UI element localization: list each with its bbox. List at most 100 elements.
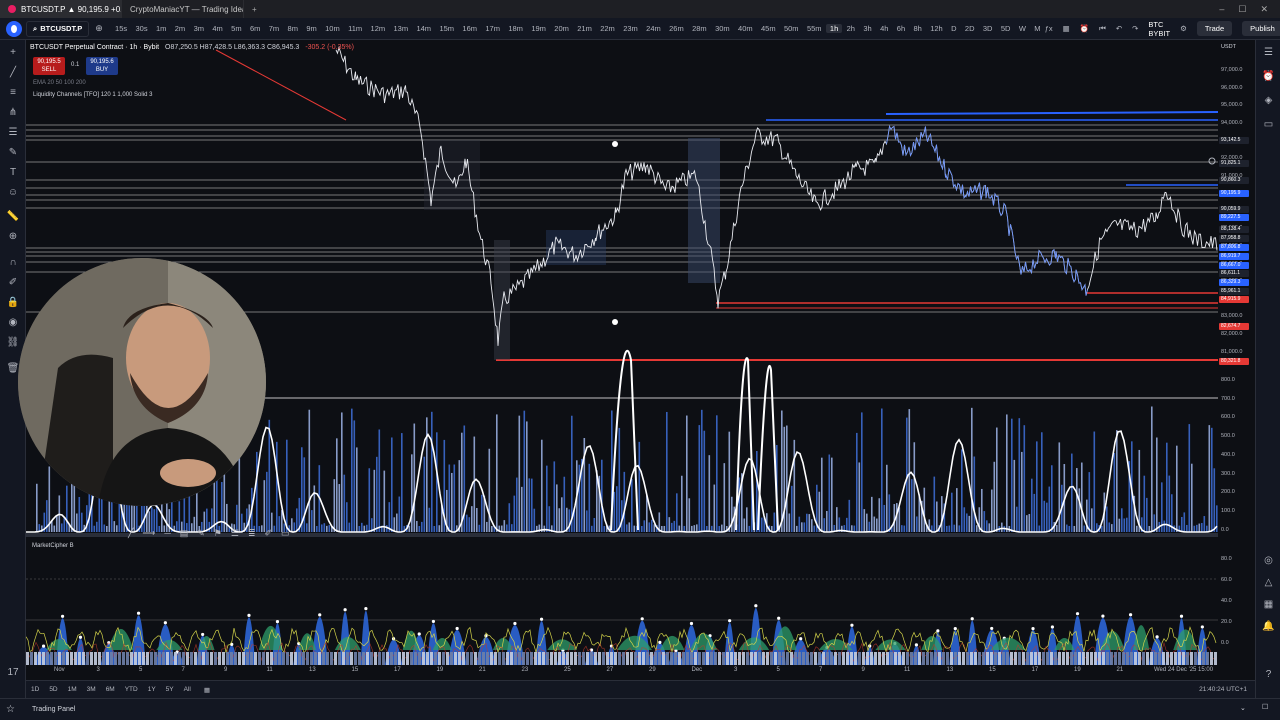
close-window-icon[interactable]: ✕ (1260, 4, 1268, 15)
timeframe-2D[interactable]: 2D (961, 24, 979, 33)
timeframe-1m[interactable]: 1m (152, 24, 171, 33)
timeframe-45m[interactable]: 45m (757, 24, 780, 33)
replay-icon[interactable]: ⏮ (1099, 24, 1106, 34)
broker-label[interactable]: BTC BYBIT (1148, 20, 1170, 38)
horizontal-lines-icon[interactable]: ≡ (6, 86, 20, 100)
timeframe-5D[interactable]: 5D (997, 24, 1015, 33)
rectangle-icon[interactable]: ▭ (281, 528, 290, 542)
sell-button[interactable]: 90,195.5 SELL (33, 57, 65, 75)
ruler-icon[interactable]: 📏 (6, 210, 20, 224)
timeframe-7m[interactable]: 7m (265, 24, 284, 33)
range-5y[interactable]: 5Y (161, 686, 179, 693)
timeframe-2m[interactable]: 2m (171, 24, 190, 33)
clock[interactable]: 21:40:24 UTC+1 (1199, 686, 1255, 693)
layers-icon[interactable]: ◈ (1262, 94, 1275, 107)
timeframe-55m[interactable]: 55m (803, 24, 826, 33)
timeframe-4m[interactable]: 4m (208, 24, 227, 33)
range-3m[interactable]: 3M (82, 686, 101, 693)
timeframe-15m[interactable]: 15m (435, 24, 458, 33)
star-icon[interactable]: ☆ (6, 704, 15, 715)
timeframe-40m[interactable]: 40m (734, 24, 757, 33)
timeframe-12h[interactable]: 12h (926, 24, 947, 33)
brush-icon[interactable]: ✎ (197, 528, 205, 542)
add-symbol-icon[interactable]: ⊕ (95, 23, 103, 34)
timeframe-26m[interactable]: 26m (665, 24, 688, 33)
timeframe-18m[interactable]: 18m (504, 24, 527, 33)
emoji-icon[interactable]: ☺ (6, 186, 20, 200)
indicators-icon[interactable]: ƒx (1045, 24, 1053, 33)
calendar-icon[interactable]: ▦ (1262, 598, 1275, 611)
maximize-icon[interactable]: ☐ (1238, 4, 1246, 15)
collapse-icon[interactable]: ⌄ (1240, 704, 1246, 712)
stay-in-drawing-icon[interactable]: ✐ (6, 276, 20, 290)
timeframe-50m[interactable]: 50m (780, 24, 803, 33)
browser-tab-chart[interactable]: BTCUSDT.P ▲ 90,195.9 +0.27% ✕ (0, 0, 122, 18)
magnet-icon[interactable]: ∩ (6, 256, 20, 270)
new-tab-icon[interactable]: + (244, 5, 265, 14)
lines-icon[interactable]: ≣ (248, 528, 256, 542)
brush-icon[interactable]: ✎ (6, 146, 20, 160)
pitchfork-icon[interactable]: ⋔ (6, 106, 20, 120)
publish-button[interactable]: Publish (1242, 21, 1280, 36)
range-1y[interactable]: 1Y (143, 686, 161, 693)
watchlist-icon[interactable]: ☰ (1262, 46, 1275, 59)
fib-icon[interactable]: ☰ (6, 126, 20, 140)
timeframe-23m[interactable]: 23m (619, 24, 642, 33)
layout-icon[interactable]: ▦ (1063, 24, 1070, 33)
symbol-search-button[interactable]: ⌕ BTCUSDT.P (26, 20, 90, 37)
timeframe-8m[interactable]: 8m (283, 24, 302, 33)
range-6m[interactable]: 6M (101, 686, 120, 693)
fib-icon[interactable]: ☰ (231, 528, 239, 542)
trendline-icon[interactable]: ╱ (128, 528, 133, 542)
timeframe-9m[interactable]: 9m (302, 24, 321, 33)
redo-icon[interactable]: ↷ (1132, 24, 1138, 33)
eye-icon[interactable]: ◉ (6, 316, 20, 330)
trading-panel-label[interactable]: Trading Panel (32, 706, 75, 713)
timeframe-3D[interactable]: 3D (979, 24, 997, 33)
timeframe-5m[interactable]: 5m (227, 24, 246, 33)
timeframe-W[interactable]: W (1015, 24, 1030, 33)
horizontal-line-icon[interactable]: ─ (164, 528, 170, 542)
range-5d[interactable]: 5D (44, 686, 62, 693)
chat-icon[interactable]: ▭ (1262, 118, 1275, 131)
timeframe-22m[interactable]: 22m (596, 24, 619, 33)
browser-tab-ideas[interactable]: CryptoManiacYT — Trading Ideas a ✕ (122, 0, 244, 18)
timeframe-D[interactable]: D (947, 24, 961, 33)
timeframe-3m[interactable]: 3m (189, 24, 208, 33)
timeframe-16m[interactable]: 16m (458, 24, 481, 33)
buy-button[interactable]: 90,195.6 BUY (86, 57, 118, 75)
timeframe-17m[interactable]: 17m (481, 24, 504, 33)
indicator-ema-label[interactable]: EMA 20 50 100 200 (33, 80, 86, 86)
timeframe-12m[interactable]: 12m (366, 24, 389, 33)
crosshair-icon[interactable]: + (6, 46, 20, 60)
timeframe-19m[interactable]: 19m (527, 24, 550, 33)
timeframe-8h[interactable]: 8h (909, 24, 926, 33)
user-avatar-icon[interactable] (6, 20, 22, 37)
timeframe-3h[interactable]: 3h (859, 24, 876, 33)
timeframe-10m[interactable]: 10m (321, 24, 344, 33)
target-icon[interactable]: ◎ (1262, 554, 1275, 567)
zoom-icon[interactable]: ⊕ (6, 230, 20, 244)
help-icon[interactable]: ? (1262, 668, 1275, 681)
trade-button[interactable]: Trade (1196, 21, 1233, 36)
lock-icon[interactable]: 🔒 (6, 296, 20, 310)
timeframe-24m[interactable]: 24m (642, 24, 665, 33)
ray-icon[interactable]: ⟶ (142, 528, 155, 542)
flag-icon[interactable]: ⚑ (214, 528, 222, 542)
timeframe-21m[interactable]: 21m (573, 24, 596, 33)
settings-icon[interactable]: ⚙ (1180, 24, 1187, 33)
timeframe-2h[interactable]: 2h (842, 24, 859, 33)
timeframe-20m[interactable]: 20m (550, 24, 573, 33)
indicator-liquidity-label[interactable]: Liquidity Channels [TFO] 120 1 1,000 Sol… (33, 92, 152, 98)
alert-icon[interactable]: ⏰ (1080, 24, 1089, 33)
timeframe-6h[interactable]: 6h (893, 24, 910, 33)
time-axis[interactable]: Nov 3 5 7 9 11 13 15 17 19 21 23 25 27 29 Dec 3 5 7 9 11 13 15… (26, 665, 1218, 680)
text-icon[interactable]: T (6, 166, 20, 180)
alerts-icon[interactable]: ⏰ (1262, 70, 1275, 83)
range-1d[interactable]: 1D (26, 686, 44, 693)
undo-icon[interactable]: ↶ (1116, 24, 1122, 33)
timeframe-30s[interactable]: 30s (131, 24, 151, 33)
timeframe-30m[interactable]: 30m (711, 24, 734, 33)
timeframe-13m[interactable]: 13m (389, 24, 412, 33)
range-all[interactable]: All (179, 686, 196, 693)
